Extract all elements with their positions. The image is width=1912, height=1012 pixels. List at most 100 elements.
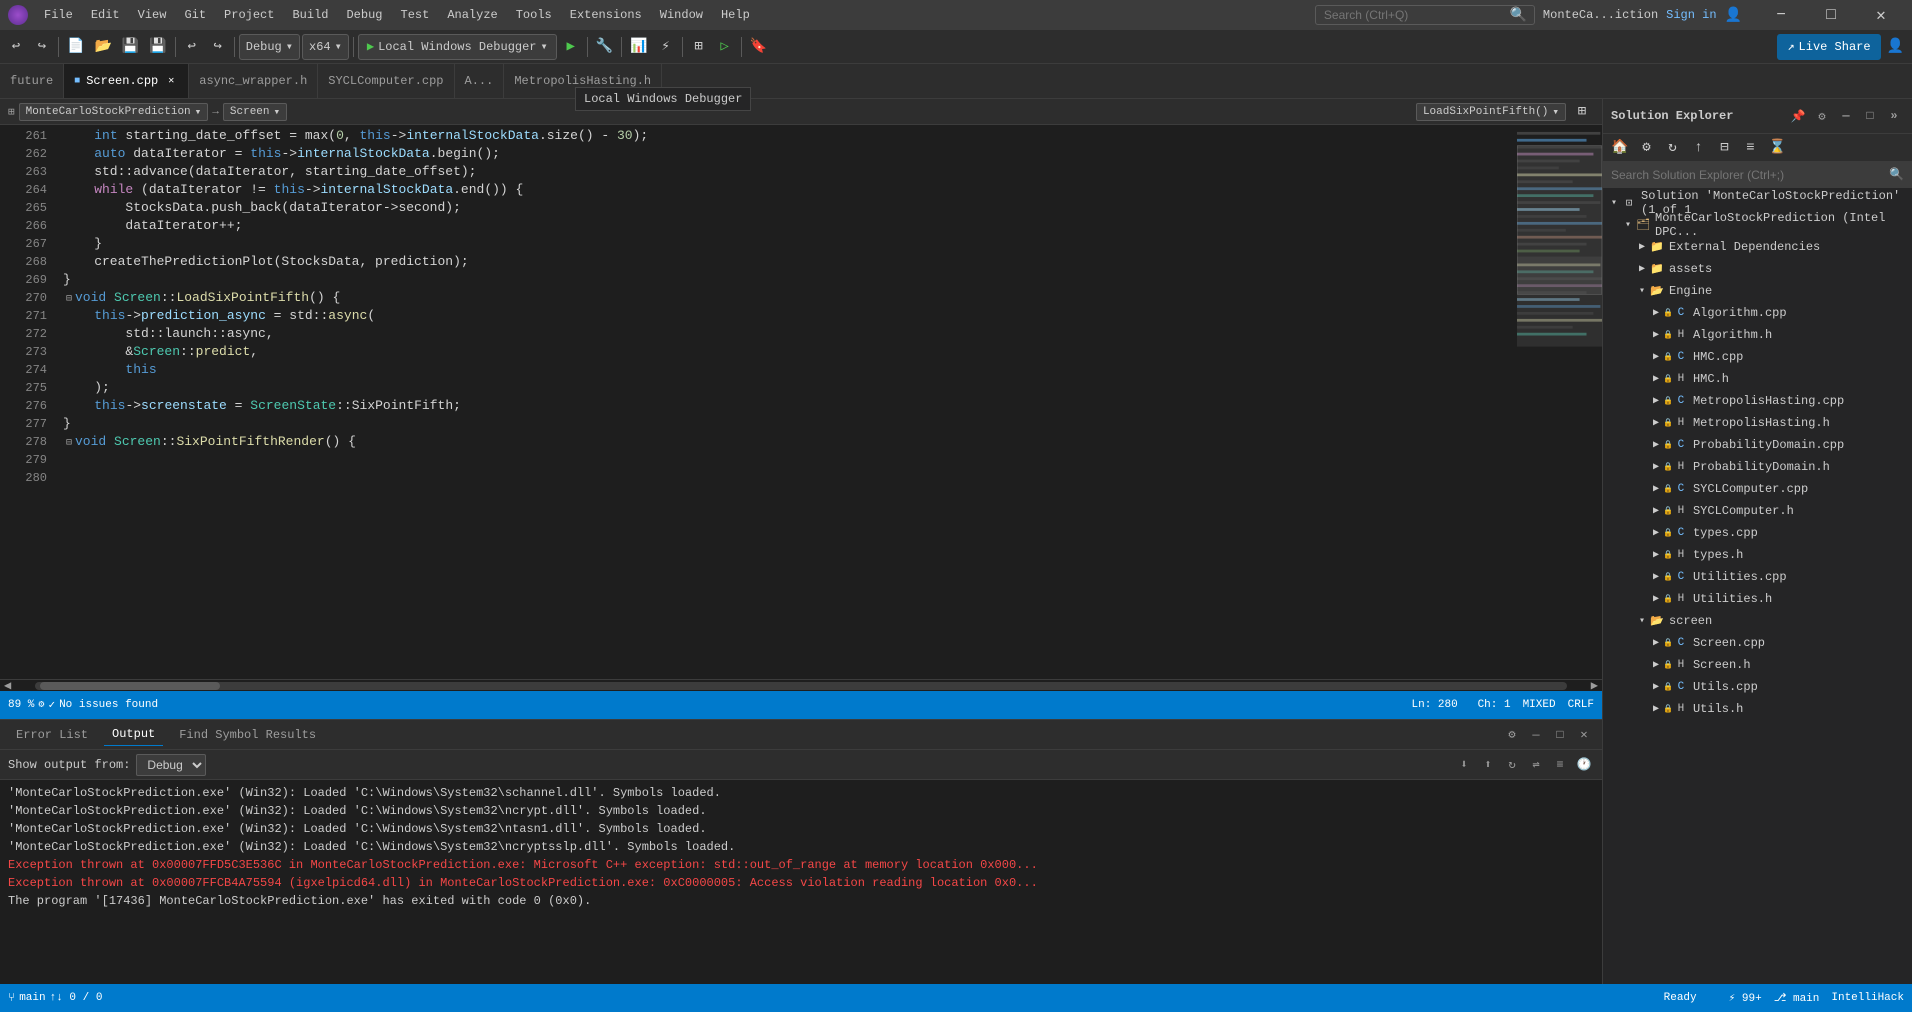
- sign-in-button[interactable]: Sign in: [1666, 8, 1716, 22]
- output-source-select[interactable]: Debug Build: [136, 754, 206, 776]
- se-screen-folder[interactable]: ▾ 📂 screen: [1603, 610, 1912, 632]
- diagnostics-button[interactable]: 🔧: [592, 34, 617, 60]
- code-content[interactable]: int starting_date_offset = max(0, this->…: [55, 125, 1517, 679]
- perf-button[interactable]: 📊: [626, 34, 651, 60]
- perf2-button[interactable]: ⚡: [654, 34, 678, 60]
- menu-debug[interactable]: Debug: [338, 6, 390, 24]
- scroll-track[interactable]: [35, 682, 1567, 690]
- menu-file[interactable]: File: [36, 6, 81, 24]
- line-ending-label[interactable]: CRLF: [1568, 699, 1594, 711]
- menu-edit[interactable]: Edit: [83, 6, 128, 24]
- forward-button[interactable]: ↪: [30, 34, 54, 60]
- continue-button[interactable]: ▶: [559, 34, 583, 60]
- se-pin-button[interactable]: 📌: [1788, 106, 1808, 126]
- se-external-deps-item[interactable]: ▶ 📁 External Dependencies: [1603, 236, 1912, 258]
- menu-test[interactable]: Test: [393, 6, 438, 24]
- se-filter-btn[interactable]: ≡: [1738, 135, 1762, 161]
- menu-project[interactable]: Project: [216, 6, 282, 24]
- se-arrow-btn[interactable]: ↑: [1686, 135, 1710, 161]
- se-home-btn[interactable]: 🏠: [1607, 135, 1632, 161]
- se-sycl-cpp[interactable]: ▶ 🔒 C SYCLComputer.cpp: [1603, 478, 1912, 500]
- output-word-wrap[interactable]: ⇌: [1526, 755, 1546, 775]
- error-list-tab[interactable]: Error List: [8, 724, 96, 746]
- tab-close-icon[interactable]: ✕: [164, 74, 178, 88]
- method-dropdown[interactable]: LoadSixPointFifth() ▾: [1416, 103, 1566, 121]
- encoding-label[interactable]: MIXED: [1523, 699, 1556, 711]
- se-refresh-btn[interactable]: ↻: [1660, 135, 1684, 161]
- platform-dropdown[interactable]: x64 ▾: [302, 34, 349, 60]
- title-search-input[interactable]: [1315, 5, 1535, 25]
- se-assets-item[interactable]: ▶ 📁 assets: [1603, 258, 1912, 280]
- se-screen-h[interactable]: ▶ 🔒 H Screen.h: [1603, 654, 1912, 676]
- run-debugger-button[interactable]: ▶ Local Windows Debugger ▾: [358, 34, 557, 60]
- output-maximize-button[interactable]: □: [1550, 725, 1570, 745]
- menu-help[interactable]: Help: [713, 6, 758, 24]
- se-search-input[interactable]: [1611, 168, 1889, 182]
- se-types-h[interactable]: ▶ 🔒 H types.h: [1603, 544, 1912, 566]
- tab-screen-cpp[interactable]: ■ Screen.cpp ✕: [64, 64, 189, 98]
- theme-label[interactable]: IntelliHack: [1831, 992, 1904, 1004]
- minimap-slider[interactable]: [1517, 145, 1602, 295]
- se-utilities-cpp[interactable]: ▶ 🔒 C Utilities.cpp: [1603, 566, 1912, 588]
- error-count[interactable]: ↑↓ 0 / 0: [50, 992, 103, 1004]
- live-share-button[interactable]: ↗ Live Share: [1777, 34, 1880, 60]
- user-button[interactable]: 👤: [1883, 34, 1908, 60]
- issues-label[interactable]: No issues found: [59, 699, 158, 711]
- output-clock[interactable]: 🕐: [1574, 755, 1594, 775]
- horizontal-scrollbar[interactable]: ◀ ▶: [0, 679, 1602, 691]
- output-filter[interactable]: ≡: [1550, 755, 1570, 775]
- se-probability-h[interactable]: ▶ 🔒 H ProbabilityDomain.h: [1603, 456, 1912, 478]
- se-algorithm-h[interactable]: ▶ 🔒 H Algorithm.h: [1603, 324, 1912, 346]
- branch-label[interactable]: ⎇ main: [1774, 991, 1820, 1005]
- layout-button[interactable]: ⊞: [687, 34, 711, 60]
- menu-git[interactable]: Git: [176, 6, 214, 24]
- back-button[interactable]: ↩: [4, 34, 28, 60]
- close-button[interactable]: ✕: [1858, 0, 1904, 30]
- se-minimize-button[interactable]: —: [1836, 106, 1856, 126]
- se-metropolis-h[interactable]: ▶ 🔒 H MetropolisHasting.h: [1603, 412, 1912, 434]
- output-minimize-button[interactable]: —: [1526, 725, 1546, 745]
- tab-a-dot[interactable]: A...: [455, 64, 505, 98]
- run2-button[interactable]: ▷: [713, 34, 737, 60]
- output-tab[interactable]: Output: [104, 723, 163, 746]
- tab-metropolis[interactable]: MetropolisHasting.h: [504, 64, 662, 98]
- output-btn-1[interactable]: ⬇: [1454, 755, 1474, 775]
- se-metropolis-cpp[interactable]: ▶ 🔒 C MetropolisHasting.cpp: [1603, 390, 1912, 412]
- tab-sycl-computer[interactable]: SYCLComputer.cpp: [318, 64, 454, 98]
- save-all-button[interactable]: 💾: [118, 34, 143, 60]
- new-project-button[interactable]: 📄: [63, 34, 88, 60]
- se-utils-h[interactable]: ▶ 🔒 H Utils.h: [1603, 698, 1912, 720]
- menu-analyze[interactable]: Analyze: [439, 6, 505, 24]
- menu-extensions[interactable]: Extensions: [562, 6, 650, 24]
- se-hmc-cpp[interactable]: ▶ 🔒 C HMC.cpp: [1603, 346, 1912, 368]
- output-btn-2[interactable]: ⬆: [1478, 755, 1498, 775]
- output-btn-3[interactable]: ↻: [1502, 755, 1522, 775]
- output-content[interactable]: 'MonteCarloStockPrediction.exe' (Win32):…: [0, 780, 1602, 984]
- git-branch[interactable]: main: [19, 992, 45, 1004]
- class-dropdown[interactable]: MonteCarloStockPrediction ▾: [19, 103, 209, 121]
- menu-view[interactable]: View: [130, 6, 175, 24]
- se-utils-cpp[interactable]: ▶ 🔒 C Utils.cpp: [1603, 676, 1912, 698]
- se-algorithm-cpp[interactable]: ▶ 🔒 C Algorithm.cpp: [1603, 302, 1912, 324]
- se-screen-cpp[interactable]: ▶ 🔒 C Screen.cpp: [1603, 632, 1912, 654]
- se-project-item[interactable]: ▾ 🗂 MonteCarloStockPrediction (Intel DPC…: [1603, 214, 1912, 236]
- redo-button[interactable]: ↪: [206, 34, 230, 60]
- menu-tools[interactable]: Tools: [508, 6, 560, 24]
- se-settings-button[interactable]: ⚙: [1812, 106, 1832, 126]
- debug-mode-dropdown[interactable]: Debug ▾: [239, 34, 300, 60]
- save-button[interactable]: 💾: [145, 34, 170, 60]
- code-editor[interactable]: 261 262 263 264 265 266 267 268 269 270 …: [0, 125, 1602, 679]
- expand-code-button[interactable]: ⊞: [1570, 99, 1594, 125]
- bookmark-button[interactable]: 🔖: [746, 34, 771, 60]
- se-utilities-h[interactable]: ▶ 🔒 H Utilities.h: [1603, 588, 1912, 610]
- se-collapse-btn[interactable]: ⊟: [1712, 135, 1736, 161]
- se-arrow-button[interactable]: »: [1884, 106, 1904, 126]
- undo-button[interactable]: ↩: [180, 34, 204, 60]
- se-hmc-h[interactable]: ▶ 🔒 H HMC.h: [1603, 368, 1912, 390]
- se-engine-folder[interactable]: ▾ 📂 Engine: [1603, 280, 1912, 302]
- menu-window[interactable]: Window: [652, 6, 711, 24]
- find-symbol-tab[interactable]: Find Symbol Results: [171, 724, 324, 746]
- zoom-level[interactable]: 89 %: [8, 699, 34, 711]
- maximize-button[interactable]: □: [1808, 0, 1854, 30]
- function-dropdown[interactable]: Screen ▾: [223, 103, 287, 121]
